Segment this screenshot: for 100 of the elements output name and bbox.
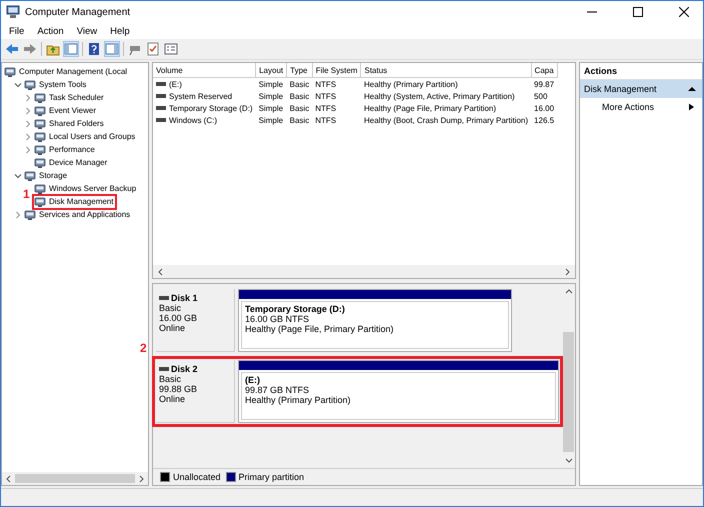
scrollbar-thumb[interactable] [15,474,135,483]
expand-chevron-icon[interactable] [14,210,22,218]
disk-status: Online [159,394,186,404]
table-cell-text: Healthy (Boot, Crash Dump, Primary Partition) [362,114,530,126]
disk-size: 16.00 GB [159,313,198,323]
collapse-chevron-icon[interactable] [14,172,22,180]
table-cell: Basic [286,78,312,90]
tree-item[interactable]: Local Users and Groups [49,132,136,141]
scroll-left-icon[interactable] [157,268,163,276]
partition-status: Healthy (Primary Partition) [245,395,351,405]
disk-name: Disk 1 [171,293,198,303]
computer-icon [6,5,20,19]
collapse-chevron-icon[interactable] [14,80,22,88]
tree-item[interactable]: Services and Applications [39,210,130,219]
action-pane-icon[interactable] [105,42,119,56]
tree-item[interactable]: System Tools [39,80,86,89]
table-cell: 99.87 [531,78,558,90]
console-node-icon [34,130,46,142]
partition-label: Temporary Storage (D:) [245,304,345,314]
tree-item[interactable]: Disk Management [49,197,114,206]
scroll-right-icon[interactable] [565,268,571,276]
table-cell-text: Basic [288,90,310,102]
disk-type: Basic [159,303,182,313]
console-node-icon [4,66,16,78]
console-node-icon [34,104,46,116]
console-tree-icon[interactable] [64,42,78,56]
help-icon[interactable] [87,42,101,56]
back-arrow-icon[interactable] [5,43,19,55]
table-cell-text: Basic [288,114,310,126]
menu-item[interactable]: View [70,26,104,36]
table-cell-text: 500 [533,90,548,102]
tree-item[interactable]: Computer Management (Local [19,67,128,76]
table-cell: Simple [256,78,287,90]
tree-item[interactable]: Event Viewer [49,106,96,115]
console-node-icon [34,92,46,104]
column-header[interactable]: Status [360,63,532,78]
table-cell-text: Simple [258,102,284,114]
expand-chevron-icon[interactable] [24,120,32,128]
console-node-icon [24,78,36,90]
console-node-icon [34,144,46,156]
table-cell: (E:) [153,78,256,90]
column-header[interactable]: Volume [153,63,256,78]
column-header[interactable]: Type [286,63,312,78]
scroll-left-icon[interactable] [5,474,11,482]
console-node-icon [24,170,36,182]
console-node-icon [34,118,46,130]
column-header[interactable]: File System [312,63,361,78]
callout-number: 1 [23,186,30,200]
action-item[interactable]: More Actions [580,98,702,116]
tree-item[interactable]: Shared Folders [49,119,104,128]
table-cell: NTFS [312,78,361,90]
scroll-right-icon[interactable] [139,474,145,482]
drive-icon [159,296,169,300]
disk-info-panel[interactable]: Disk 2 Basic 99.88 GB Online [156,360,235,423]
tree-item[interactable]: Task Scheduler [49,93,104,102]
console-node-icon [34,182,46,194]
actions-section[interactable]: Disk Management [580,80,702,98]
expand-chevron-icon[interactable] [24,146,32,154]
partition-block[interactable]: Temporary Storage (D:) 16.00 GB NTFS Healthy (Page File, Primary Partition) [238,289,512,352]
table-cell-text: 126.5 [533,114,556,126]
table-cell: Healthy (Primary Partition) [360,78,532,90]
disk-info-panel[interactable]: Disk 1 Basic 16.00 GB Online [156,289,235,352]
table-cell-text: NTFS [314,114,338,126]
table-cell-text: NTFS [314,90,338,102]
window-title: Computer Management [25,6,130,18]
column-header[interactable]: Layout [256,63,287,78]
scroll-down-icon[interactable] [564,458,572,464]
menu-item[interactable]: Help [104,26,136,36]
partition-block[interactable]: (E:) 99.87 GB NTFS Healthy (Primary Partition) [238,360,559,423]
table-cell-text: Healthy (Page File, Primary Partition) [362,102,498,114]
menu-item[interactable]: File [3,26,30,36]
submenu-arrow-icon [689,103,694,111]
forward-arrow-icon[interactable] [23,43,37,55]
drive-icon [159,367,169,371]
tree-item[interactable]: Storage [39,171,68,180]
tree-item[interactable]: Device Manager [49,158,108,167]
maximize-icon[interactable] [633,7,643,17]
disk-name: Disk 2 [171,364,198,374]
menu-item[interactable]: Action [31,26,70,36]
table-cell: Windows (C:) [153,114,256,126]
checklist-icon[interactable] [146,42,160,56]
expand-chevron-icon[interactable] [24,106,32,114]
callout-number: 2 [140,341,147,355]
tree-item[interactable]: Windows Server Backup [49,184,136,193]
scrollbar-thumb[interactable] [563,332,574,452]
table-cell: System Reserved [153,90,256,102]
tree-item[interactable]: Performance [49,145,95,154]
console-node-icon [34,196,46,208]
expand-chevron-icon[interactable] [24,132,32,140]
table-cell-text: Simple [258,90,284,102]
scroll-up-icon[interactable] [564,288,572,294]
table-cell-text: 16.00 [533,102,556,114]
close-icon[interactable] [679,7,689,17]
table-cell: Temporary Storage (D:) [153,102,256,114]
expand-chevron-icon[interactable] [24,94,32,102]
column-header[interactable]: Capa [531,63,558,78]
disk-size: 99.88 GB [159,384,198,394]
partition-size: 99.87 GB NTFS [245,385,310,395]
collapse-icon[interactable] [688,86,696,92]
properties-icon[interactable] [164,42,178,56]
